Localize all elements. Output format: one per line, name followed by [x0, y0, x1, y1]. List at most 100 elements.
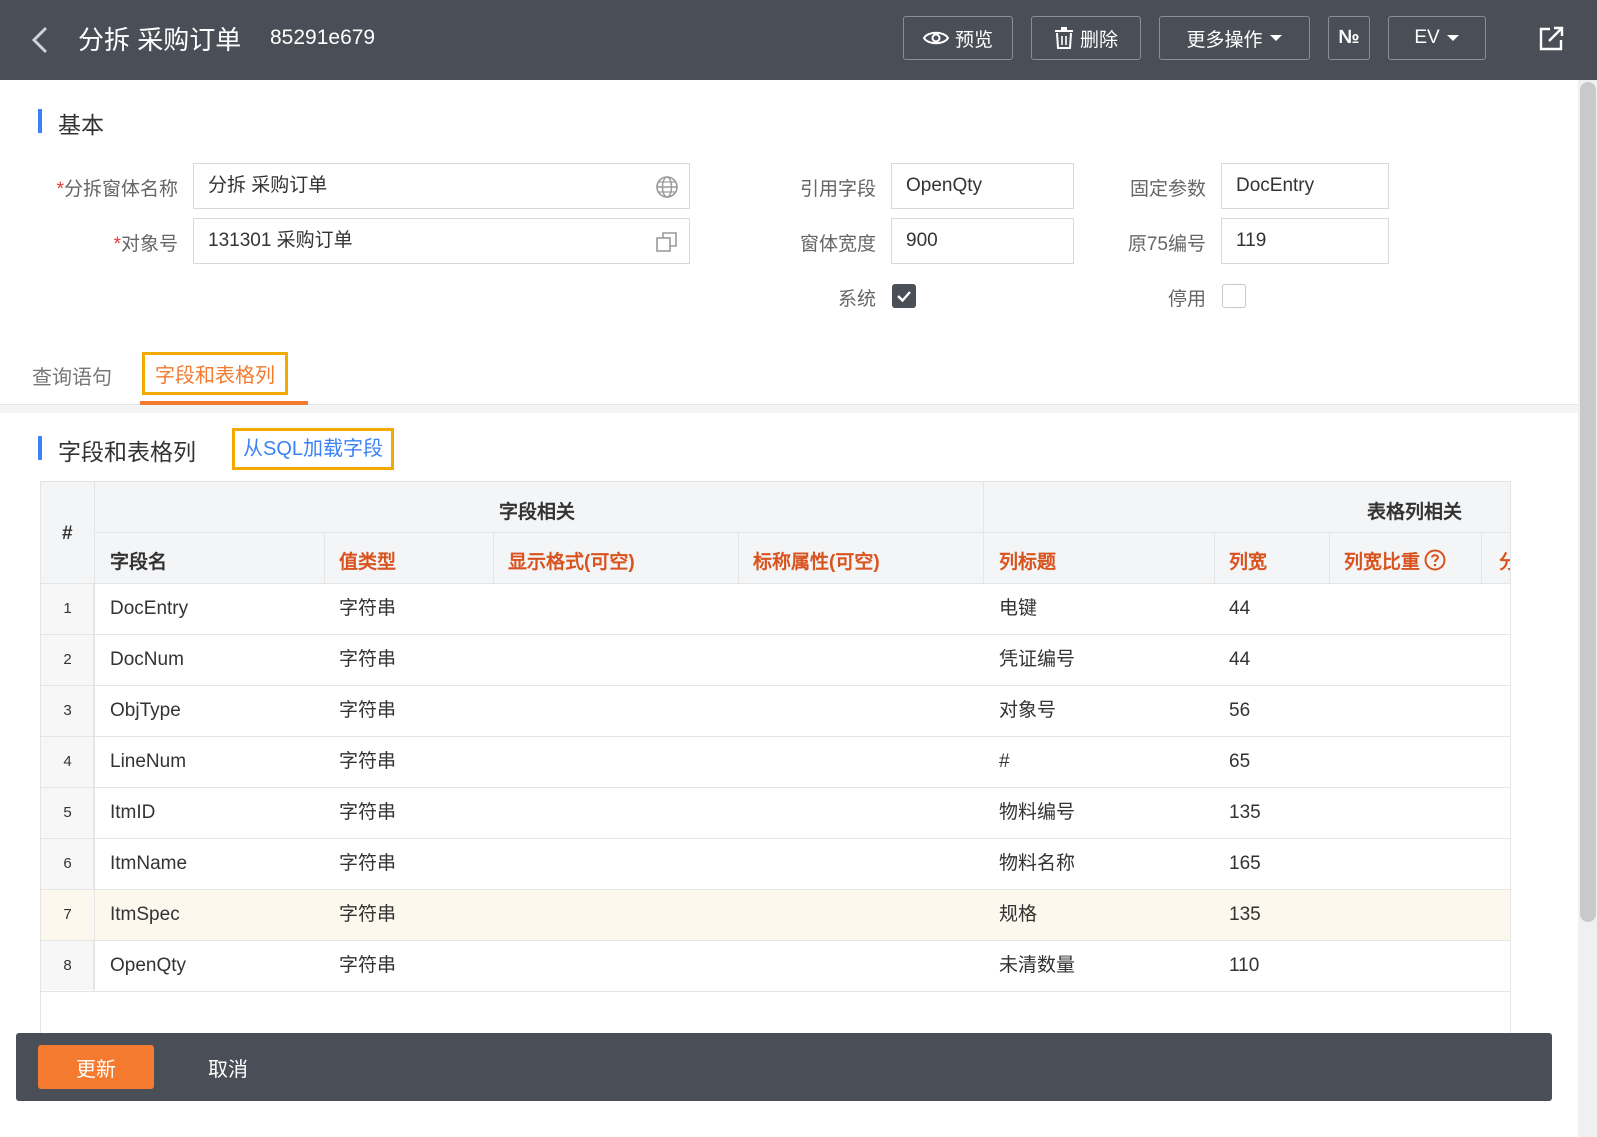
ev-label: EV [1414, 27, 1440, 48]
row-index: 1 [63, 600, 72, 617]
fixed-param-input[interactable]: DocEntry [1221, 163, 1389, 209]
update-button[interactable]: 更新 [38, 1045, 154, 1089]
fields-section-title: 字段和表格列 [58, 439, 196, 465]
header-divider [1214, 532, 1215, 584]
cancel-button[interactable]: 取消 [188, 1045, 268, 1089]
field-group-header: 字段相关 [499, 502, 576, 523]
header-divider [983, 532, 984, 584]
column-width-cell: 44 [1229, 598, 1251, 619]
column-title-cell: 未清数量 [999, 955, 1076, 976]
disabled-label: 停用 [1167, 289, 1206, 310]
column-width-cell: 165 [1229, 853, 1261, 874]
col-field-name[interactable]: 字段名 [110, 547, 167, 574]
ref-field-input[interactable]: OpenQty [891, 163, 1074, 209]
form-name-label-text: 分拆窗体名称 [63, 179, 178, 200]
globe-icon[interactable] [655, 175, 679, 199]
value-type-cell: 字符串 [339, 751, 397, 772]
preview-button[interactable]: 预览 [903, 16, 1013, 60]
field-name-cell: LineNum [110, 751, 187, 772]
delete-button[interactable]: 删除 [1031, 16, 1141, 60]
caret-down-icon [1446, 35, 1459, 41]
col-title-attribute[interactable]: 标称属性(可空) [753, 547, 880, 574]
disabled-checkbox[interactable] [1222, 284, 1246, 308]
copy-icon[interactable] [655, 230, 679, 254]
row-index: 7 [63, 906, 72, 923]
header-divider [1481, 532, 1482, 584]
column-title-cell: 规格 [999, 904, 1038, 925]
field-name-cell: ItmName [110, 853, 188, 874]
value-type-cell: 字符串 [339, 853, 397, 874]
table-row-highlighted[interactable]: 7 ItmSpec 字符串 规格 135 [41, 890, 1510, 941]
header-divider [1329, 532, 1330, 584]
page: 分拆 采购订单 85291e679 预览 删除 更多操作 № EV 基本 *分拆… [0, 0, 1597, 1137]
load-from-sql-link[interactable]: 从SQL加载字段 [232, 428, 395, 470]
orig75-input[interactable]: 119 [1221, 218, 1389, 264]
header-divider [493, 532, 494, 584]
fields-table: # 字段相关 表格列相关 字段名 值类型 显示格式(可空) 标称属性(可空) 列… [40, 481, 1511, 1061]
column-title-cell: 对象号 [999, 700, 1057, 721]
column-title-cell: 电键 [999, 598, 1038, 619]
row-index: 3 [63, 702, 72, 719]
value-type-cell: 字符串 [339, 955, 397, 976]
form-name-value: 分拆 采购订单 [208, 175, 328, 196]
delete-label: 删除 [1079, 29, 1118, 51]
row-number-divider [94, 584, 95, 992]
table-row[interactable]: 3 ObjType 字符串 对象号 56 [41, 686, 1510, 737]
col-column-title[interactable]: 列标题 [999, 547, 1056, 574]
col-partial[interactable]: 分 [1499, 547, 1510, 574]
form-width-input[interactable]: 900 [891, 218, 1074, 264]
open-external-icon[interactable] [1536, 24, 1566, 54]
value-type-cell: 字符串 [339, 649, 397, 670]
object-number-label-text: 对象号 [120, 234, 178, 255]
record-id: 85291e679 [270, 26, 376, 49]
form-name-label: *分拆窗体名称 [30, 174, 178, 201]
col-column-ratio[interactable]: 列宽比重 [1344, 547, 1446, 574]
preview-label: 预览 [954, 29, 993, 51]
header-divider [983, 481, 984, 532]
value-type-cell: 字符串 [339, 700, 397, 721]
col-column-width[interactable]: 列宽 [1229, 547, 1267, 574]
column-width-cell: 135 [1229, 802, 1261, 823]
col-value-type[interactable]: 值类型 [339, 547, 396, 574]
field-name-cell: DocNum [110, 649, 184, 670]
column-width-cell: 65 [1229, 751, 1251, 772]
more-actions-dropdown[interactable]: 更多操作 [1159, 16, 1310, 60]
header-divider [324, 532, 325, 584]
object-number-input[interactable]: 131301 采购订单 [193, 218, 690, 264]
ref-field-label: 引用字段 [799, 179, 876, 200]
col-display-format[interactable]: 显示格式(可空) [508, 547, 635, 574]
action-bar: 更新 取消 [16, 1033, 1552, 1101]
table-row[interactable]: 5 ItmID 字符串 物料编号 135 [41, 788, 1510, 839]
column-width-cell: 110 [1229, 955, 1260, 976]
orig75-label: 原75编号 [1127, 234, 1206, 255]
value-type-cell: 字符串 [339, 598, 397, 619]
table-row[interactable]: 1 DocEntry 字符串 电键 44 [41, 584, 1510, 635]
form-name-input[interactable]: 分拆 采购订单 [193, 163, 690, 209]
numbering-label: № [1338, 27, 1360, 48]
field-name-cell: DocEntry [110, 598, 189, 619]
table-row[interactable]: 4 LineNum 字符串 # 65 [41, 737, 1510, 788]
numbering-button[interactable]: № [1328, 16, 1370, 60]
top-bar: 分拆 采购订单 85291e679 预览 删除 更多操作 № EV [0, 0, 1597, 80]
field-name-cell: ItmID [110, 802, 156, 823]
col-column-ratio-text: 列宽比重 [1344, 552, 1421, 573]
column-width-cell: 56 [1229, 700, 1251, 721]
ev-dropdown[interactable]: EV [1388, 16, 1486, 60]
column-title-cell: 凭证编号 [999, 649, 1076, 670]
back-arrow-icon[interactable] [28, 22, 52, 58]
tab-query-statement[interactable]: 查询语句 [32, 361, 112, 390]
column-width-cell: 44 [1229, 649, 1251, 670]
value-type-cell: 字符串 [339, 802, 397, 823]
system-checkbox[interactable] [892, 284, 916, 308]
row-index: 5 [63, 804, 72, 821]
required-mark: * [56, 179, 64, 200]
table-row[interactable]: 8 OpenQty 字符串 未清数量 110 [41, 941, 1510, 992]
table-row[interactable]: 6 ItmName 字符串 物料名称 165 [41, 839, 1510, 890]
index-header: # [62, 523, 73, 544]
scrollbar-thumb[interactable] [1580, 82, 1596, 922]
table-row[interactable]: 2 DocNum 字符串 凭证编号 44 [41, 635, 1510, 686]
help-circle-icon[interactable] [1424, 549, 1446, 571]
tab-fields-and-columns[interactable]: 字段和表格列 [142, 352, 288, 395]
column-title-cell: 物料名称 [999, 853, 1076, 874]
column-title-cell: # [999, 751, 1010, 772]
